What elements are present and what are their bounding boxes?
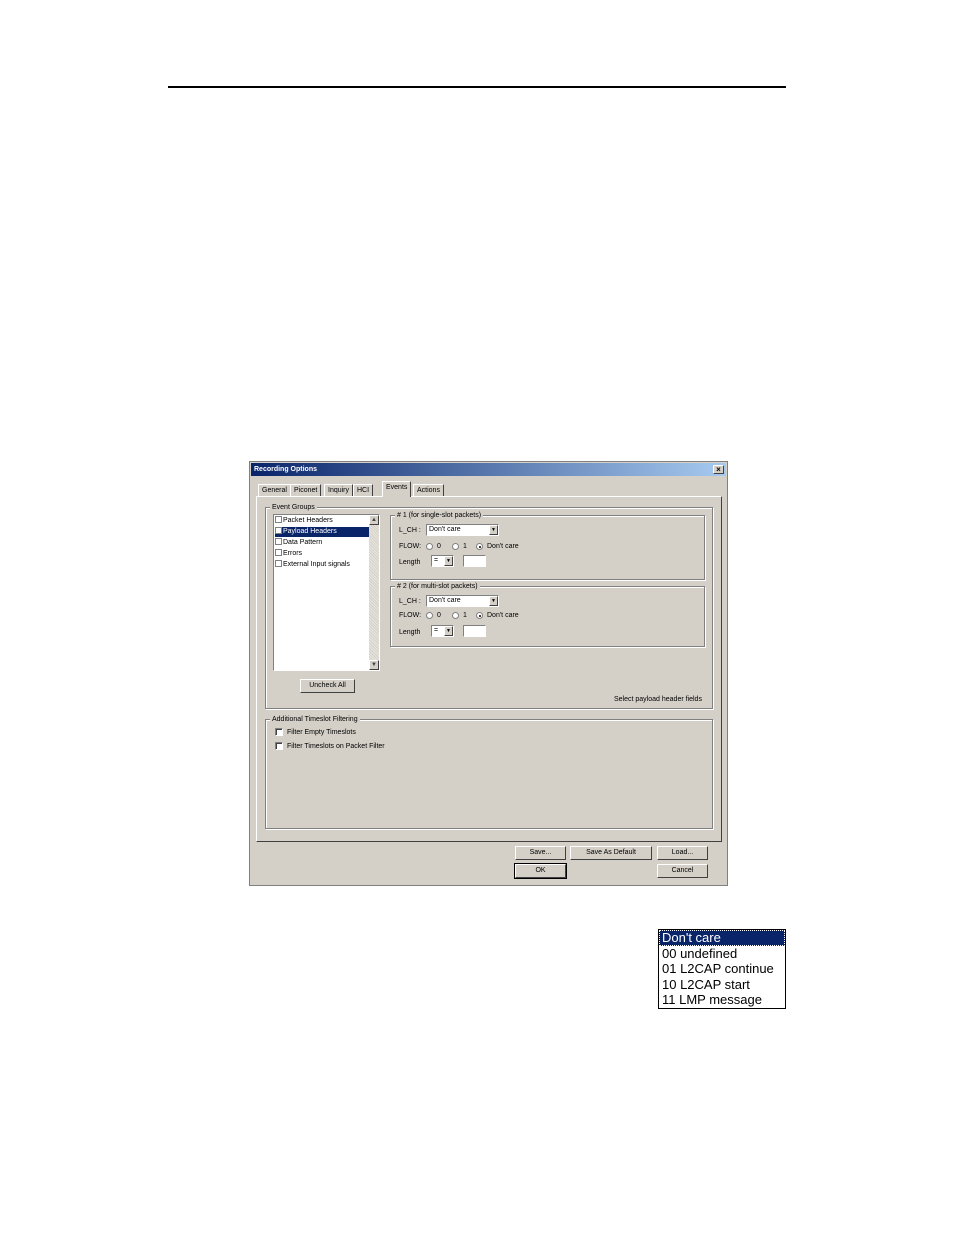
chevron-down-icon[interactable]: ▼ [444,626,453,636]
lch-select-1[interactable]: Don't care ▼ [426,524,499,536]
lch-select-2[interactable]: Don't care ▼ [426,595,499,607]
checkbox[interactable] [275,515,282,523]
list-item[interactable]: Data Pattern [275,537,369,548]
flow-option-label: Don't care [487,543,519,550]
title-bar: Recording Options × [251,463,726,476]
dropdown-option[interactable]: 10 L2CAP start [659,977,785,993]
events-tab-panel: Event Groups Packet Headers Payload Head… [256,496,722,842]
flow-option-label: 1 [463,612,467,619]
flow-radio-dont-care[interactable] [476,612,483,619]
tab-events[interactable]: Events [382,481,412,497]
top-rule [168,86,786,88]
lch-dropdown-list[interactable]: Don't care 00 undefined 01 L2CAP continu… [658,929,786,1009]
ok-button[interactable]: OK [514,863,567,879]
scroll-down-icon[interactable]: ▼ [369,660,379,670]
length-op-select-1[interactable]: = ▼ [431,555,454,567]
chevron-down-icon[interactable]: ▼ [489,525,498,535]
length-op-select-2[interactable]: = ▼ [431,625,454,637]
scroll-up-icon[interactable]: ▲ [369,515,379,525]
filter-packet-checkbox[interactable] [275,742,283,750]
checkbox[interactable] [275,537,282,545]
hint-text: Select payload header fields [614,696,702,703]
list-scrollbar[interactable]: ▲ ▼ [369,515,379,670]
flow-option-label: Don't care [487,612,519,619]
dropdown-option[interactable]: 00 undefined [659,946,785,962]
length-label: Length [399,629,421,636]
uncheck-all-button[interactable]: Uncheck All [300,679,355,693]
flow-radio-1[interactable] [452,543,459,550]
filter-packet-label: Filter Timeslots on Packet Filter [287,743,385,750]
lch-label: L_CH : [399,598,421,605]
dropdown-option[interactable]: 11 LMP message [659,992,785,1008]
checkbox[interactable] [275,526,282,534]
dropdown-option[interactable]: Don't care [659,930,785,946]
event-groups-list[interactable]: Packet Headers Payload Headers Data Patt… [273,514,380,671]
checkbox[interactable] [275,559,282,567]
flow-radio-dont-care[interactable] [476,543,483,550]
event-groups-label: Event Groups [270,503,317,512]
length-input-1[interactable] [463,555,486,567]
flow-radio-1[interactable] [452,612,459,619]
chevron-down-icon[interactable]: ▼ [489,596,498,606]
load-button[interactable]: Load... [657,846,708,860]
list-item[interactable]: Errors [275,548,369,559]
list-item[interactable]: External Input signals [275,559,369,570]
dropdown-option[interactable]: 01 L2CAP continue [659,961,785,977]
flow-radio-0[interactable] [426,543,433,550]
close-icon[interactable]: × [713,465,724,474]
flow-option-label: 0 [437,543,441,550]
dialog-title: Recording Options [254,466,317,473]
lch-label: L_CH : [399,527,421,534]
flow-option-label: 0 [437,612,441,619]
length-label: Length [399,559,421,566]
timeslot-filtering-label: Additional Timeslot Filtering [270,715,360,724]
list-item[interactable]: Packet Headers [275,515,369,526]
group2-label: # 2 (for multi-slot packets) [395,582,480,591]
group1-label: # 1 (for single-slot packets) [395,511,484,520]
flow-radio-0[interactable] [426,612,433,619]
flow-label: FLOW: [399,543,422,550]
filter-empty-checkbox[interactable] [275,728,283,736]
save-button[interactable]: Save... [515,846,566,860]
cancel-button[interactable]: Cancel [657,864,708,878]
list-item[interactable]: Payload Headers [275,526,369,537]
length-input-2[interactable] [463,625,486,637]
checkbox[interactable] [275,548,282,556]
recording-options-dialog: Recording Options × General Piconet Inqu… [249,461,728,886]
flow-option-label: 1 [463,543,467,550]
flow-label: FLOW: [399,612,422,619]
save-as-default-button[interactable]: Save As Default [570,846,652,860]
chevron-down-icon[interactable]: ▼ [444,556,453,566]
filter-empty-label: Filter Empty Timeslots [287,729,356,736]
